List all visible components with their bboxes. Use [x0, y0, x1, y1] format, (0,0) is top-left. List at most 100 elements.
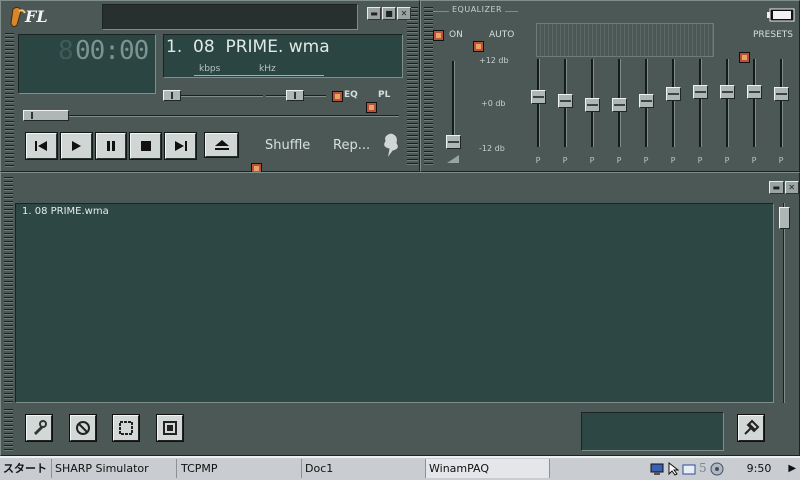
eq-band-knob[interactable] — [720, 85, 735, 99]
task-winampaq[interactable]: WinamPAQ — [426, 459, 550, 478]
network-icon[interactable] — [650, 461, 664, 475]
time-display[interactable]: 8 00:00 — [18, 34, 156, 94]
playlist-options-button[interactable] — [738, 415, 764, 441]
eq-band-slider-3[interactable] — [585, 59, 600, 151]
wrench-icon — [34, 420, 47, 435]
volume-slider[interactable] — [163, 89, 263, 103]
eq-band-label: P — [697, 156, 703, 165]
add-file-button[interactable] — [26, 415, 52, 441]
playlist-minimize-button[interactable]: ▬ — [769, 181, 784, 194]
task-doc1[interactable]: Doc1 — [302, 459, 426, 478]
playlist-scrollbar[interactable] — [777, 203, 791, 403]
playlist-time-display — [581, 412, 724, 451]
window-controls: ▬ ■ ✕ — [367, 7, 411, 20]
eq-auto-checkbox[interactable] — [473, 41, 484, 52]
next-button[interactable] — [165, 133, 196, 159]
presets-label[interactable]: PRESETS — [753, 30, 793, 40]
eq-band-label: P — [724, 156, 730, 165]
eq-band-slider-5[interactable] — [639, 59, 654, 151]
seek-knob[interactable] — [23, 110, 69, 121]
eq-band-knob[interactable] — [612, 98, 627, 112]
task-sharp-simulator[interactable]: SHARP Simulator — [52, 459, 177, 478]
eq-band-label: P — [670, 156, 676, 165]
play-button[interactable] — [60, 133, 92, 159]
right-drag-grip[interactable] — [407, 7, 418, 167]
select-button[interactable] — [113, 415, 139, 441]
stop-button[interactable] — [130, 133, 162, 159]
eq-band-label: P — [751, 156, 757, 165]
eq-band-slider-7[interactable] — [693, 59, 708, 151]
tray-number: 5 — [699, 461, 707, 475]
balance-knob[interactable] — [286, 90, 304, 101]
eq-band-knob[interactable] — [666, 87, 681, 101]
eq-band-label: P — [778, 156, 784, 165]
eq-band-label: P — [589, 156, 595, 165]
pause-icon — [106, 141, 115, 151]
time-value: 00:00 — [75, 36, 149, 66]
clock[interactable]: 9:50 — [747, 462, 772, 475]
eq-band-slider-9[interactable] — [747, 59, 762, 151]
track-info-display[interactable]: 1. 08 PRIME. wma kbps kHz — [163, 34, 403, 78]
tray-arrow-icon[interactable]: ▶ — [788, 463, 796, 474]
minimize-button[interactable]: ▬ — [367, 7, 381, 20]
eq-band-knob[interactable] — [747, 85, 762, 99]
playlist-item[interactable]: 1. 08 PRIME.wma — [22, 206, 109, 217]
pause-button[interactable] — [95, 133, 127, 159]
previous-button[interactable] — [26, 133, 57, 159]
keyboard-icon[interactable] — [682, 461, 696, 475]
eject-icon — [214, 140, 229, 150]
task-tcpmp[interactable]: TCPMP — [178, 459, 302, 478]
eq-drag-grip[interactable] — [424, 7, 433, 167]
eq-band-knob[interactable] — [558, 94, 573, 108]
seek-bar[interactable] — [23, 109, 399, 123]
eq-band-knob[interactable] — [774, 87, 789, 101]
shade-button[interactable]: ■ — [382, 7, 396, 20]
kbps-label: kbps — [199, 64, 221, 74]
eq-band-slider-6[interactable] — [666, 59, 681, 151]
visualizer-logo-icon[interactable] — [377, 131, 403, 161]
balance-slider[interactable] — [266, 89, 326, 103]
db-top-label: +12 db — [479, 56, 509, 65]
cursor-icon[interactable] — [667, 461, 680, 476]
playlist-bottom-grip[interactable] — [4, 409, 13, 453]
eq-band-label: P — [535, 156, 541, 165]
select-icon — [119, 421, 133, 435]
eq-toggle-checkbox[interactable] — [332, 91, 343, 102]
eq-band-slider-1[interactable] — [531, 59, 546, 151]
eq-band-knob[interactable] — [585, 98, 600, 112]
volume-knob[interactable] — [163, 90, 181, 101]
preamp-knob[interactable] — [446, 135, 461, 149]
eq-auto-label: AUTO — [489, 30, 515, 40]
speaker-icon[interactable] — [710, 461, 724, 476]
close-icon: ✕ — [788, 183, 796, 192]
stop-icon — [140, 141, 151, 151]
close-button[interactable]: ✕ — [397, 7, 411, 20]
remove-file-button[interactable] — [70, 415, 96, 441]
equalizer-title: EQUALIZER — [449, 5, 506, 14]
playlist-left-grip[interactable] — [4, 177, 13, 405]
misc-button[interactable] — [157, 415, 183, 441]
start-button[interactable]: スタート — [0, 459, 52, 478]
eq-band-slider-4[interactable] — [612, 59, 627, 151]
close-icon: ✕ — [400, 9, 408, 18]
transport-controls — [26, 133, 196, 159]
playlist-area[interactable]: 1. 08 PRIME.wma — [15, 203, 774, 403]
preamp-slider[interactable] — [446, 61, 461, 153]
left-drag-grip[interactable] — [5, 33, 14, 167]
eq-band-knob[interactable] — [693, 85, 708, 99]
eq-on-label: ON — [449, 30, 463, 40]
eq-band-slider-8[interactable] — [720, 59, 735, 151]
eq-on-checkbox[interactable] — [433, 30, 444, 41]
equalizer-window: EQUALIZER ON AUTO PRESETS +12 db +0 db -… — [420, 0, 800, 172]
playlist-close-button[interactable]: ✕ — [784, 181, 799, 194]
eq-graph-display — [536, 23, 714, 57]
eq-band-slider-2[interactable] — [558, 59, 573, 151]
previous-icon — [35, 141, 48, 151]
main-player-window: FL ▬ ■ ✕ 8 00:00 1. 08 PRIME. wma kbps k… — [0, 0, 420, 185]
playlist-scroll-thumb[interactable] — [779, 207, 790, 229]
eject-button[interactable] — [205, 133, 238, 157]
eq-band-knob[interactable] — [639, 94, 654, 108]
title-bar-display[interactable] — [102, 4, 358, 30]
eq-band-knob[interactable] — [531, 90, 546, 104]
eq-band-slider-10[interactable] — [774, 59, 789, 151]
